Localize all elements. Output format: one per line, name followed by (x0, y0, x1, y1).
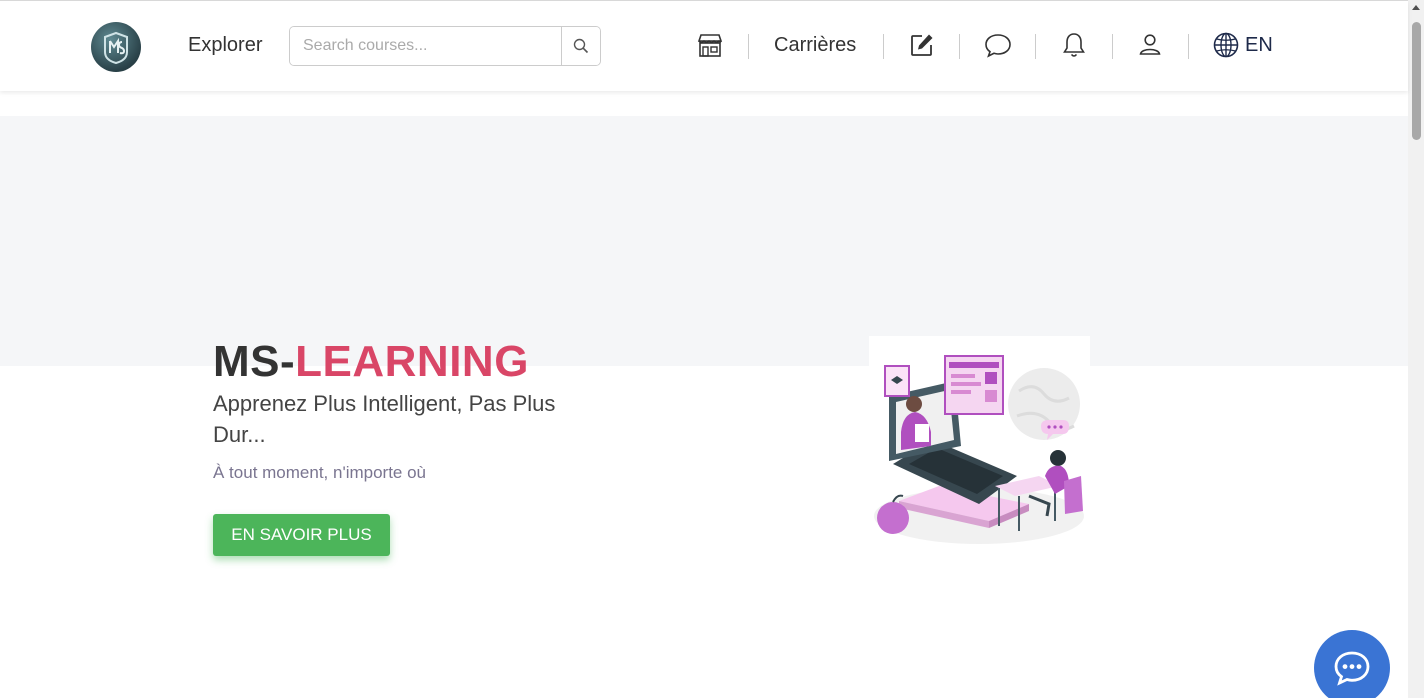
nav-divider (1188, 34, 1189, 59)
nav-careers-link[interactable]: Carrières (774, 34, 856, 57)
hero-title-prefix: MS- (213, 337, 296, 386)
nav-divider (959, 34, 960, 59)
search-bar (289, 26, 601, 66)
notifications-nav-button[interactable] (1060, 31, 1088, 59)
nav-divider (1035, 34, 1036, 59)
user-icon (1139, 34, 1161, 55)
store-nav-button[interactable] (696, 31, 724, 59)
bell-icon (1063, 33, 1085, 57)
learn-more-button[interactable]: EN SAVOIR PLUS (213, 514, 390, 556)
search-button[interactable] (561, 27, 600, 65)
nav-divider (748, 34, 749, 59)
store-icon (697, 34, 723, 57)
search-input[interactable] (290, 27, 561, 65)
logo-emblem (104, 31, 128, 65)
online-learning-illustration (874, 355, 1084, 544)
page: Explorer Carrières (0, 0, 1424, 698)
language-switcher[interactable]: EN (1213, 32, 1273, 58)
hero-background (0, 116, 1408, 366)
hero-title-accent: LEARNING (295, 337, 529, 386)
live-chat-button[interactable] (1314, 630, 1390, 698)
messages-nav-button[interactable] (984, 31, 1012, 59)
hero-subtitle: Apprenez Plus Intelligent, Pas Plus Dur.… (213, 391, 556, 447)
hero-title: MS-LEARNING (213, 337, 529, 387)
chat-bubble-icon (985, 34, 1011, 58)
hero-illustration (869, 336, 1090, 548)
nav-divider (1112, 34, 1113, 59)
scroll-up-arrow-icon[interactable] (1412, 5, 1420, 10)
nav-divider (883, 34, 884, 59)
vertical-scrollbar[interactable] (1408, 0, 1424, 698)
search-icon (573, 38, 589, 54)
account-nav-button[interactable] (1136, 31, 1164, 59)
language-label: EN (1245, 33, 1273, 56)
site-logo[interactable] (91, 22, 141, 72)
edit-nav-button[interactable] (908, 31, 936, 59)
scrollbar-thumb[interactable] (1412, 22, 1421, 140)
navbar: Explorer Carrières (0, 1, 1408, 91)
chat-dots-icon (1334, 651, 1370, 686)
edit-icon (911, 34, 933, 56)
nav-explorer-link[interactable]: Explorer (188, 34, 262, 57)
hero-tagline: À tout moment, n'importe où (213, 463, 427, 482)
globe-icon (1213, 32, 1239, 58)
